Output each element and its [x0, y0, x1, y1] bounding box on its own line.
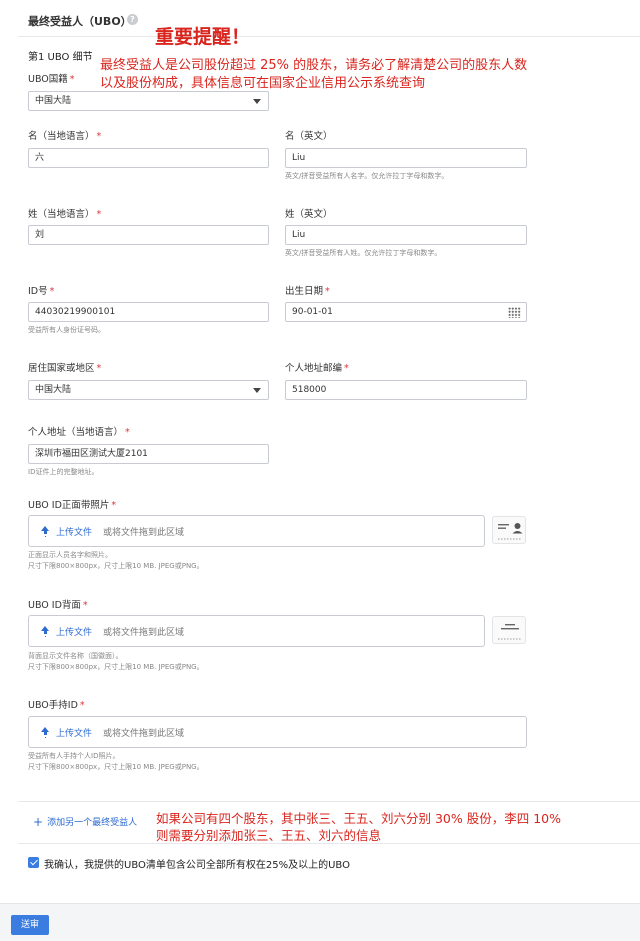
upload-handheld-button[interactable]: 上传文件 [41, 726, 92, 739]
calendar-icon[interactable] [508, 307, 521, 318]
postal-code-input[interactable]: 518000 [285, 380, 527, 400]
confirm-checkbox[interactable] [28, 857, 39, 868]
confirm-label: 我确认，我提供的UBO清单包含公司全部所有权在25%及以上的UBO [44, 860, 350, 871]
upload-back-button[interactable]: 上传文件 [41, 625, 92, 638]
header-divider [18, 36, 640, 37]
upload-handheld-label: UBO手持ID * [28, 700, 85, 711]
upload-front-hint-1: 正面显示人员名字和照片。 [28, 551, 112, 559]
submit-button[interactable]: 送审 [11, 915, 49, 935]
chevron-down-icon [253, 388, 261, 393]
last-name-en-label: 姓（英文） [285, 209, 333, 220]
ubo-detail-subtitle: 第1 UBO 细节 [28, 52, 93, 63]
upload-front-button[interactable]: 上传文件 [41, 525, 92, 538]
upload-handheld-dropzone[interactable]: 上传文件 或将文件拖到此区域 [28, 716, 527, 748]
notice-line-2: 以及股份构成，具体信息可在国家企业信用公示系统查询 [100, 76, 426, 91]
postal-code-label: 个人地址邮编 * [285, 363, 349, 374]
address-local-hint: ID证件上的完整地址。 [28, 468, 99, 476]
add-divider [18, 801, 640, 802]
help-icon[interactable]: ? [127, 14, 138, 25]
address-local-input[interactable]: 深圳市福田区测试大厦2101 [28, 444, 269, 464]
upload-back-drop-text: 或将文件拖到此区域 [103, 628, 185, 638]
upload-icon [41, 727, 50, 737]
upload-front-label: UBO ID正面带照片 * [28, 500, 117, 511]
first-name-en-input[interactable]: Liu [285, 148, 527, 168]
chevron-down-icon [253, 99, 261, 104]
example-line-2: 则需要分别添加张三、王五、刘六的信息 [156, 828, 382, 843]
residence-country-select[interactable]: 中国大陆 [28, 380, 269, 400]
upload-icon [41, 626, 50, 636]
add-ubo-link[interactable]: + 添加另一个最终受益人 [33, 815, 137, 829]
last-name-local-label: 姓（当地语言） * [28, 209, 102, 220]
id-number-label: ID号 * [28, 286, 55, 297]
id-front-sample-icon [492, 516, 526, 544]
upload-handheld-hint-2: 尺寸下限800×800px，尺寸上限10 MB. JPEG或PNG。 [28, 763, 204, 771]
last-name-en-input[interactable]: Liu [285, 225, 527, 245]
residence-country-label: 居住国家或地区 * [28, 363, 102, 374]
birth-date-label: 出生日期 * [285, 286, 330, 297]
nationality-select[interactable]: 中国大陆 [28, 91, 269, 111]
upload-front-hint-2: 尺寸下限800×800px，尺寸上限10 MB. JPEG或PNG。 [28, 562, 204, 570]
upload-front-dropzone[interactable]: 上传文件 或将文件拖到此区域 [28, 515, 485, 547]
upload-icon [41, 526, 50, 536]
notice-headline: 重要提醒！ [155, 26, 251, 48]
first-name-en-hint: 英文/拼音受益所有人名字。仅允许拉丁字母和数字。 [285, 172, 449, 180]
upload-handheld-hint-1: 受益所有人手持个人ID照片。 [28, 752, 120, 760]
first-name-local-input[interactable]: 六 [28, 148, 269, 168]
upload-back-hint-2: 尺寸下限800×800px，尺寸上限10 MB. JPEG或PNG。 [28, 663, 204, 671]
ubo-form-panel: 最终受益人（UBO） ? 重要提醒！ 最终受益人是公司股份超过 25% 的股东，… [0, 0, 640, 904]
birth-date-input[interactable]: 90-01-01 [285, 302, 527, 322]
first-name-en-label: 名（英文） [285, 131, 333, 142]
id-back-sample-icon [492, 616, 526, 644]
upload-handheld-drop-text: 或将文件拖到此区域 [103, 729, 185, 739]
upload-back-dropzone[interactable]: 上传文件 或将文件拖到此区域 [28, 615, 485, 647]
upload-back-hint-1: 背面显示文件名称（国徽面）。 [28, 652, 123, 660]
id-number-hint: 受益所有人身份证号码。 [28, 326, 105, 334]
confirm-divider [18, 843, 640, 844]
last-name-en-hint: 英文/拼音受益所有人姓。仅允许拉丁字母和数字。 [285, 249, 442, 257]
section-title: 最终受益人（UBO） [28, 15, 132, 28]
upload-back-label: UBO ID背面 * [28, 600, 88, 611]
plus-icon: + [33, 815, 44, 829]
last-name-local-input[interactable]: 刘 [28, 225, 269, 245]
upload-front-drop-text: 或将文件拖到此区域 [103, 528, 185, 538]
id-number-input[interactable]: 44030219900101 [28, 302, 269, 322]
first-name-local-label: 名（当地语言） * [28, 131, 102, 142]
notice-line-1: 最终受益人是公司股份超过 25% 的股东，请务必了解清楚公司的股东人数 [100, 58, 528, 73]
nationality-label: UBO国籍 * [28, 74, 75, 85]
address-local-label: 个人地址（当地语言） * [28, 427, 130, 438]
